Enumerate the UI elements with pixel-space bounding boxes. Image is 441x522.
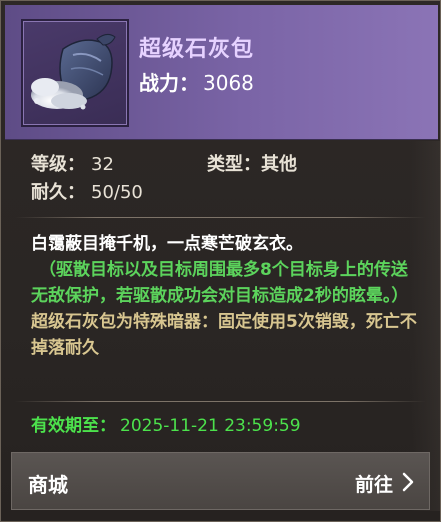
divider (15, 217, 426, 218)
durability-label: 耐久： (31, 182, 85, 203)
divider (15, 401, 426, 402)
item-stats: 等级： 32 类型：其他 耐久： 50/50 (31, 151, 297, 207)
level-label: 等级： (31, 154, 85, 175)
item-name: 超级石灰包 (139, 37, 255, 62)
stat-line-durability: 耐久： 50/50 (31, 179, 143, 207)
power-label: 战力： (139, 71, 199, 95)
shop-label: 商城 (28, 473, 68, 497)
power-row: 战力： 3068 (139, 67, 254, 96)
type-label: 类型： (207, 154, 261, 175)
power-value: 3068 (203, 71, 254, 95)
item-header: 超级石灰包 战力： 3068 (5, 5, 438, 140)
level-value: 32 (91, 154, 114, 175)
shop-button[interactable]: 商城 前往 (11, 452, 430, 510)
expiry-value: 2025-11-21 23:59:59 (120, 416, 301, 436)
description-note: 超级石灰包为特殊暗器：固定使用5次销毁，死亡不掉落耐久 (31, 312, 417, 358)
lime-powder-pouch-icon (31, 33, 116, 110)
expiry-label: 有效期至： (31, 416, 116, 436)
chevron-right-icon (402, 472, 414, 492)
item-description: 白霭蔽目掩千机，一点寒芒破玄衣。 （驱散目标以及目标周围最多8个目标身上的传送无… (31, 231, 421, 361)
expiry-row: 有效期至： 2025-11-21 23:59:59 (31, 411, 301, 436)
go-label: 前往 (354, 474, 393, 496)
description-effect: （驱散目标以及目标周围最多8个目标身上的传送无敌保护，若驱散成功会对目标造成2秒… (31, 260, 409, 306)
item-tooltip: 超级石灰包 战力： 3068 等级： 32 类型：其他 耐久： 50/50 白霭蔽目掩… (0, 0, 441, 522)
item-icon-frame (21, 19, 129, 127)
type-field: 类型：其他 (207, 151, 297, 179)
type-value: 其他 (261, 154, 297, 175)
stat-line-level: 等级： 32 类型：其他 (31, 151, 297, 179)
description-flavor: 白霭蔽目掩千机，一点寒芒破玄衣。 (31, 234, 303, 254)
durability-value: 50/50 (91, 182, 143, 203)
